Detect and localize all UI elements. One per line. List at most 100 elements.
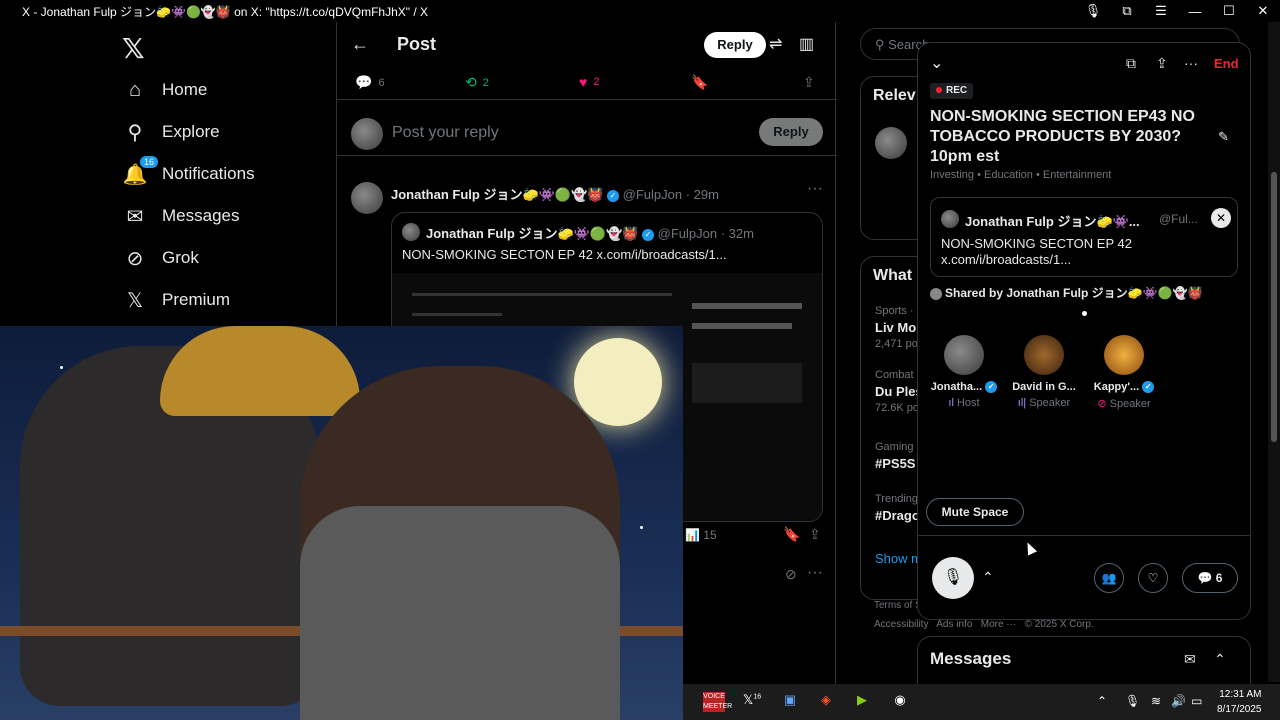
reply-action[interactable]: 💬 6 xyxy=(355,74,385,91)
react-button[interactable]: ♡ xyxy=(1138,563,1168,593)
nav-item-premium[interactable]: 𝕏 Premium xyxy=(122,280,230,320)
more-icon[interactable]: ··· xyxy=(1184,55,1198,71)
recording-badge: REC xyxy=(930,83,974,99)
avatar xyxy=(351,118,383,150)
maximize-icon[interactable]: ☐ xyxy=(1212,3,1246,19)
expand-icon[interactable]: ⌃ xyxy=(1214,651,1226,668)
pinned-author-name: Jonathan Fulp ジョン🧽👾... xyxy=(965,214,1140,229)
menu-icon[interactable]: ☰ xyxy=(1144,3,1178,19)
voicemeeter-icon[interactable]: VOICE MEETER xyxy=(703,692,732,712)
mic-icon[interactable]: 🎙 xyxy=(1076,3,1110,19)
battery-icon[interactable]: ▭ xyxy=(1191,694,1202,708)
avatar-icon xyxy=(930,287,942,300)
brave-icon[interactable]: ◈ xyxy=(815,692,837,712)
author-handle[interactable]: @FulpJon xyxy=(623,187,682,202)
nav-item-messages[interactable]: ✉ Messages xyxy=(122,196,240,236)
share-icon[interactable]: ⇪ xyxy=(1156,55,1168,72)
share-icon[interactable]: ⇪ xyxy=(809,526,821,543)
mic-icon[interactable]: 🎙 xyxy=(1125,694,1140,708)
chevron-down-icon[interactable]: ⌄ xyxy=(930,53,943,73)
nav-item-explore[interactable]: ⚲ Explore xyxy=(122,112,220,152)
like-action[interactable]: ♥ 2 xyxy=(579,74,599,90)
divider xyxy=(918,535,1250,536)
browser-title-bar: X - Jonathan Fulp ジョン🧽👾🟢👻👹 on X: "https:… xyxy=(0,0,1280,22)
obs-icon[interactable]: ◉ xyxy=(889,692,911,712)
tweet-time[interactable]: · 29m xyxy=(686,187,719,202)
player-icon[interactable]: ▶ xyxy=(851,692,873,712)
moon-illustration xyxy=(574,338,662,426)
space-panel: ⌄ ⧉ ⇪ ··· End REC NON-SMOKING SECTION EP… xyxy=(917,42,1251,620)
chevron-up-icon[interactable]: ⌃ xyxy=(982,569,994,586)
reply-count: 6 xyxy=(378,76,385,89)
new-message-icon[interactable]: ✉ xyxy=(1184,651,1196,668)
close-icon[interactable]: ✕ xyxy=(1211,208,1231,228)
speaking-icon: ıl xyxy=(948,397,954,410)
quote-author-line: Jonathan Fulp ジョン🧽👾🟢👻👹 ✓ @FulpJon · 32m xyxy=(426,223,754,242)
avatar[interactable] xyxy=(351,182,383,214)
compose-reply-button[interactable]: Reply xyxy=(759,118,823,146)
x-logo-icon[interactable]: 𝕏 xyxy=(122,32,145,65)
bookmark-icon[interactable]: 🔖 xyxy=(783,526,800,543)
avatar[interactable] xyxy=(875,127,907,159)
space-topics: Investing • Education • Entertainment xyxy=(930,169,1112,181)
trend-item[interactable]: Combat Du Ples 72.6K po xyxy=(875,369,923,414)
nav-label: Notifications xyxy=(162,164,255,183)
repost-action[interactable]: ⟲ 2 xyxy=(465,74,489,91)
participant-speaker[interactable]: Kappy'... ✓ ⊘ Speaker xyxy=(1084,335,1164,410)
more-icon[interactable]: ··· xyxy=(807,564,823,582)
views-value: 15 xyxy=(703,528,717,542)
views-count[interactable]: 📊 15 xyxy=(685,528,717,542)
wifi-icon[interactable]: ≋ xyxy=(1151,694,1161,708)
tray-chevron-icon[interactable]: ⌃ xyxy=(1097,694,1107,708)
quote-author-name: Jonathan Fulp ジョン🧽👾🟢👻👹 xyxy=(426,226,639,241)
nav-item-home[interactable]: ⌂ Home xyxy=(122,70,207,110)
end-space-button[interactable]: End xyxy=(1214,56,1239,71)
scrollbar-thumb[interactable] xyxy=(1271,172,1277,442)
trend-item[interactable]: Trending #Drago xyxy=(875,493,920,523)
mic-off-icon: ⊘ xyxy=(1097,398,1107,411)
close-icon[interactable]: ✕ xyxy=(1246,3,1280,19)
minimize-icon[interactable]: — xyxy=(1178,4,1212,19)
extensions-icon[interactable]: ⧉ xyxy=(1110,3,1144,19)
grok-icon[interactable]: ⊘ xyxy=(785,566,797,583)
more-link[interactable]: More ··· xyxy=(981,619,1017,630)
mute-space-button[interactable]: Mute Space xyxy=(926,498,1024,526)
show-more-link[interactable]: Show m xyxy=(875,551,922,566)
verified-icon: ✓ xyxy=(1142,381,1155,394)
x-app-icon[interactable]: 𝕏16 xyxy=(741,692,763,712)
microphone-button[interactable]: 🎙 xyxy=(932,557,974,599)
trend-item[interactable]: Sports · Liv Mor 2,471 po xyxy=(875,305,921,350)
space-title: NON-SMOKING SECTION EP43 NO TOBACCO PROD… xyxy=(930,108,1195,165)
speaking-icon: ıl| xyxy=(1017,397,1027,409)
nav-item-grok[interactable]: ⊘ Grok xyxy=(122,238,199,278)
pinned-post[interactable]: Jonathan Fulp ジョン🧽👾... @Ful... ✕ NON-SMO… xyxy=(930,197,1238,277)
bookmark-icon[interactable]: 🔖 xyxy=(691,74,708,91)
reply-button[interactable]: Reply xyxy=(704,32,766,58)
share-icon[interactable]: ⇪ xyxy=(803,74,815,91)
volume-icon[interactable]: 🔊 xyxy=(1171,694,1186,708)
system-clock[interactable]: 12:31 AM 8/17/2025 xyxy=(1217,687,1262,717)
pip-icon[interactable]: ⧉ xyxy=(1126,55,1136,72)
more-icon[interactable]: ··· xyxy=(807,180,823,198)
verified-icon: ✓ xyxy=(985,381,998,394)
cartoon-hat xyxy=(160,326,360,416)
nav-item-notifications[interactable]: 🔔 16 Notifications xyxy=(122,154,255,194)
reader-icon[interactable]: ▥ xyxy=(799,34,814,54)
scrollbar[interactable] xyxy=(1268,22,1280,682)
ads-link[interactable]: Ads info xyxy=(936,619,972,630)
edit-icon[interactable]: ✎ xyxy=(1218,129,1229,145)
trend-item[interactable]: Gaming · #PS5S xyxy=(875,441,920,471)
people-button[interactable]: 👥 xyxy=(1094,563,1124,593)
participant-host[interactable]: Jonatha... ✓ ıl Host xyxy=(924,335,1004,409)
home-icon: ⌂ xyxy=(128,78,142,101)
sliders-icon[interactable]: ⇌ xyxy=(769,34,782,54)
app-icon[interactable]: ▣ xyxy=(779,692,801,712)
comments-button[interactable]: 💬 6 xyxy=(1182,563,1238,593)
accessibility-link[interactable]: Accessibility xyxy=(874,619,928,630)
participant-role: ıl| Speaker xyxy=(1017,397,1071,409)
back-arrow-icon[interactable]: ← xyxy=(351,34,369,55)
author-name[interactable]: Jonathan Fulp ジョン🧽👾🟢👻👹 xyxy=(391,187,603,202)
streamer-shirt xyxy=(300,506,620,720)
participant-speaker[interactable]: David in G... ıl| Speaker xyxy=(1004,335,1084,409)
reply-input[interactable]: Post your reply xyxy=(392,124,499,142)
